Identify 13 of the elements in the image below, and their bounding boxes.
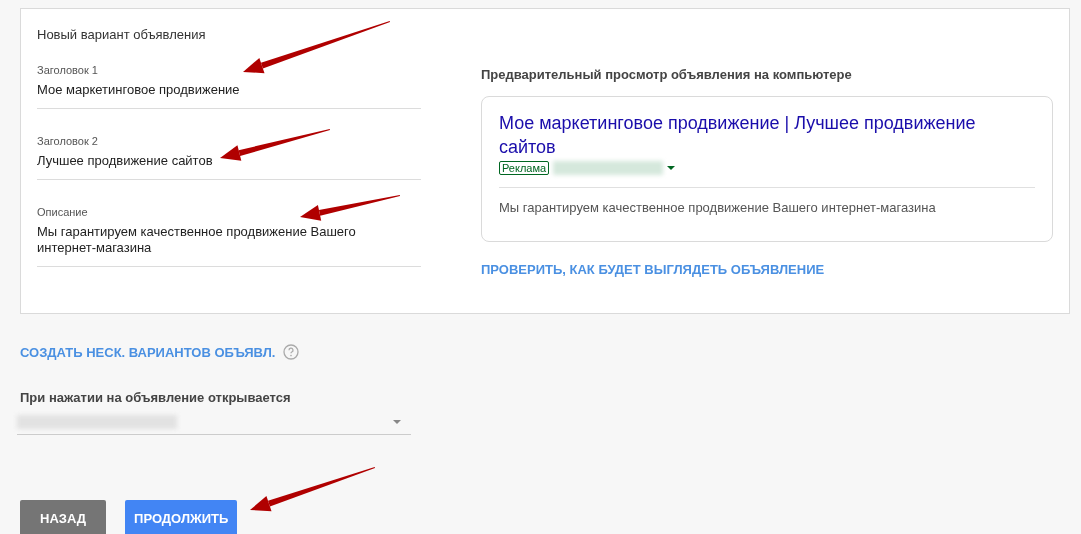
ad-description: Мы гарантируем качественное продвижение Вашего интернет-магазина bbox=[499, 200, 937, 215]
ad-headline: Мое маркетинговое продвижение | Лучшее продвижение сайтов bbox=[499, 112, 977, 159]
section-title: Новый вариант объявления bbox=[37, 27, 207, 42]
help-icon[interactable] bbox=[283, 344, 300, 360]
field-label: При нажатии на объявление открывается bbox=[20, 390, 292, 405]
dropdown-icon bbox=[393, 419, 401, 424]
preview-link[interactable]: ПРОВЕРИТЬ, КАК БУДЕТ ВЫГЛЯДЕТЬ ОБЪЯВЛЕНИЕ bbox=[481, 262, 825, 277]
preview-title: Предварительный просмотр объявления на компьютере bbox=[481, 67, 853, 82]
continue-button[interactable]: ПРОДОЛЖИТЬ bbox=[125, 500, 238, 534]
ad-badge: Реклама bbox=[499, 161, 550, 175]
variants-link[interactable]: СОЗДАТЬ НЕСК. ВАРИАНТОВ ОБЪЯВЛ. bbox=[20, 344, 276, 360]
dropdown-icon bbox=[667, 166, 676, 170]
back-button[interactable]: НАЗАД bbox=[20, 500, 107, 534]
